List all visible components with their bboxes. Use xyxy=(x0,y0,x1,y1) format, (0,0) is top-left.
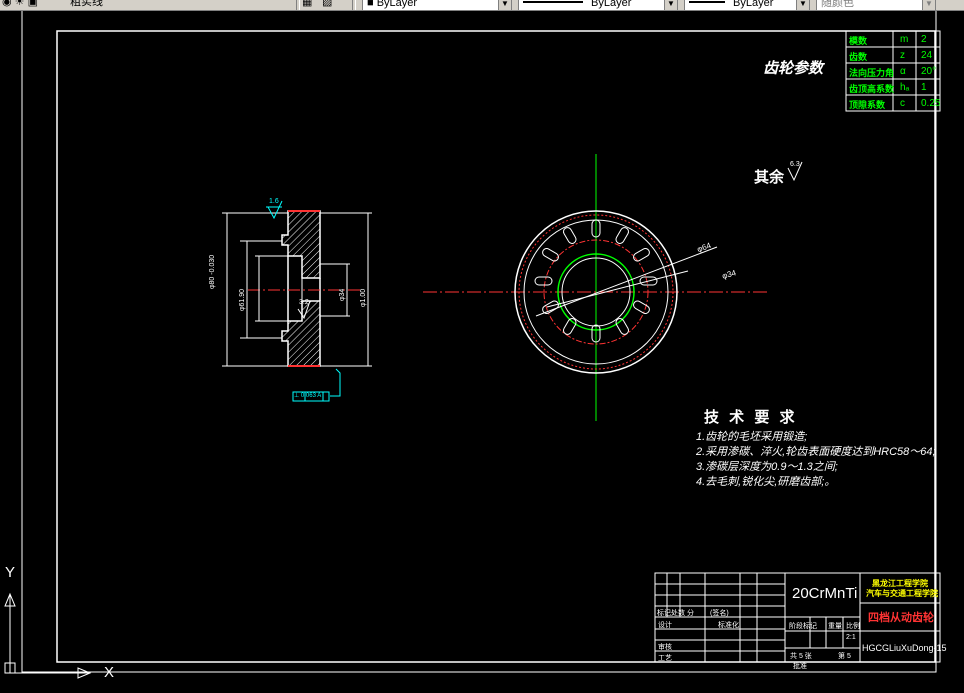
tech-req-item: 1.齿轮的毛坯采用锻造; xyxy=(696,431,808,443)
plotstyle-control[interactable]: 随颜色 ▼ xyxy=(816,0,936,10)
tech-req-item: 4.去毛刺,锐化尖,研磨齿部;。 xyxy=(696,476,836,488)
label-process: 工艺 xyxy=(658,655,672,662)
material-label: 20CrMnTi xyxy=(792,585,858,602)
part-name: 四档从动齿轮 xyxy=(868,612,934,624)
color-value: ByLayer xyxy=(376,0,418,9)
param-name: 齿数 xyxy=(849,52,868,62)
drawing-canvas[interactable]: 齿轮参数 模数 m 2 齿数 z 24 法向压力角 α 20° 齿顶高系数 hₐ 1 顶隙系数 c 0.25… xyxy=(0,11,964,693)
dim-inner-diameter: φ61.90 xyxy=(239,288,246,311)
lightening-slot xyxy=(633,300,650,314)
color-control[interactable]: ■ ByLayer ▼ xyxy=(362,0,512,10)
ucs-icon xyxy=(4,592,92,679)
chevron-down-icon[interactable]: ▼ xyxy=(664,0,677,10)
chevron-down-icon[interactable]: ▼ xyxy=(922,0,935,10)
dim-bore-diameter: φ34 xyxy=(339,288,346,301)
lightening-slot xyxy=(633,248,650,262)
ucs-y-label: Y xyxy=(5,564,16,581)
school-line2: 汽车与交通工程学院 xyxy=(866,589,938,598)
chevron-down-icon[interactable]: ▼ xyxy=(796,0,809,10)
label-scale: 比例 xyxy=(846,623,860,630)
layer-state-icons[interactable]: ◉ ☀ ▣ xyxy=(2,0,38,9)
dim-tip-diameter: φ1.00 xyxy=(360,288,367,307)
linetype-control[interactable]: ByLayer ▼ xyxy=(518,0,678,10)
chevron-down-icon[interactable]: ▼ xyxy=(498,0,511,10)
scale-value: 2:1 xyxy=(846,634,856,641)
make-current-layer-icon[interactable]: ▦ xyxy=(302,0,312,9)
inner-frame xyxy=(56,30,936,663)
label-approve: 批准 xyxy=(793,663,807,670)
param-value: 1 xyxy=(921,82,927,93)
param-symbol: z xyxy=(900,50,905,61)
geometric-tolerance-frame: ⊥ 0.063 A xyxy=(294,393,322,399)
param-symbol: c xyxy=(900,98,905,109)
layer-previous-icon[interactable]: ▨ xyxy=(322,0,332,9)
label-mark-zone: 标记处数 分 xyxy=(657,610,694,617)
tech-req-title: 技 术 要 求 xyxy=(704,409,798,426)
label-design: 设计 xyxy=(658,622,672,629)
param-name: 顶隙系数 xyxy=(849,100,886,110)
label-standard: 标准化 xyxy=(718,622,739,629)
param-value: 2 xyxy=(921,34,927,45)
roughness-top-value: 1.6 xyxy=(269,198,279,205)
tech-req-item: 2.采用渗碳、淬火,轮齿表面硬度达到HRC58～64; xyxy=(696,446,936,458)
layer-name[interactable]: 粗实线 xyxy=(70,0,103,9)
param-symbol: m xyxy=(900,34,909,45)
ucs-x-label: X xyxy=(104,664,115,681)
param-name: 齿顶高系数 xyxy=(849,84,895,94)
plotstyle-value: 随颜色 xyxy=(821,0,854,9)
label-signature: (签名) xyxy=(710,610,729,617)
lightening-slot xyxy=(542,248,559,262)
param-value: 24 xyxy=(921,50,933,61)
tech-req-item: 3.渗碳层深度为0.9～1.3之间; xyxy=(696,461,838,473)
roughness-note-label: 其余 xyxy=(754,169,785,186)
gear-front-view xyxy=(423,154,769,421)
sheets-total: 共 5 张 xyxy=(790,653,812,660)
toolbar-separator xyxy=(296,0,300,10)
toolbar-separator xyxy=(352,0,356,10)
label-weight: 重量 xyxy=(828,623,842,630)
param-name: 模数 xyxy=(849,36,868,46)
drawing-number: HGCGLiuXuDong-15 xyxy=(862,643,947,653)
roughness-mid-value: 3.2 xyxy=(299,299,309,306)
label-stage: 阶段标记 xyxy=(789,623,817,630)
dim-outer-diameter: φ80 -0.030 xyxy=(209,254,216,289)
lightening-slot xyxy=(534,276,553,286)
param-table-heading: 齿轮参数 xyxy=(763,60,824,77)
label-review: 审核 xyxy=(658,644,672,651)
lineweight-control[interactable]: ByLayer ▼ xyxy=(684,0,810,10)
param-symbol: hₐ xyxy=(900,82,910,93)
param-value: 20° xyxy=(921,66,937,77)
param-value: 0.25 xyxy=(921,98,941,109)
lineweight-value: ByLayer xyxy=(733,0,774,9)
properties-toolbar: ◉ ☀ ▣ 粗实线 ▦ ▨ ■ ByLayer ▼ ByLayer ▼ ByLa… xyxy=(0,0,964,11)
roughness-note-value: 6.3 xyxy=(790,161,800,168)
lightening-slot xyxy=(615,227,629,244)
param-symbol: α xyxy=(900,66,906,77)
lightening-slot xyxy=(563,227,577,244)
linetype-value: ByLayer xyxy=(591,0,632,9)
param-name: 法向压力角 xyxy=(849,68,895,78)
sheet-number: 第 5 xyxy=(838,653,851,660)
